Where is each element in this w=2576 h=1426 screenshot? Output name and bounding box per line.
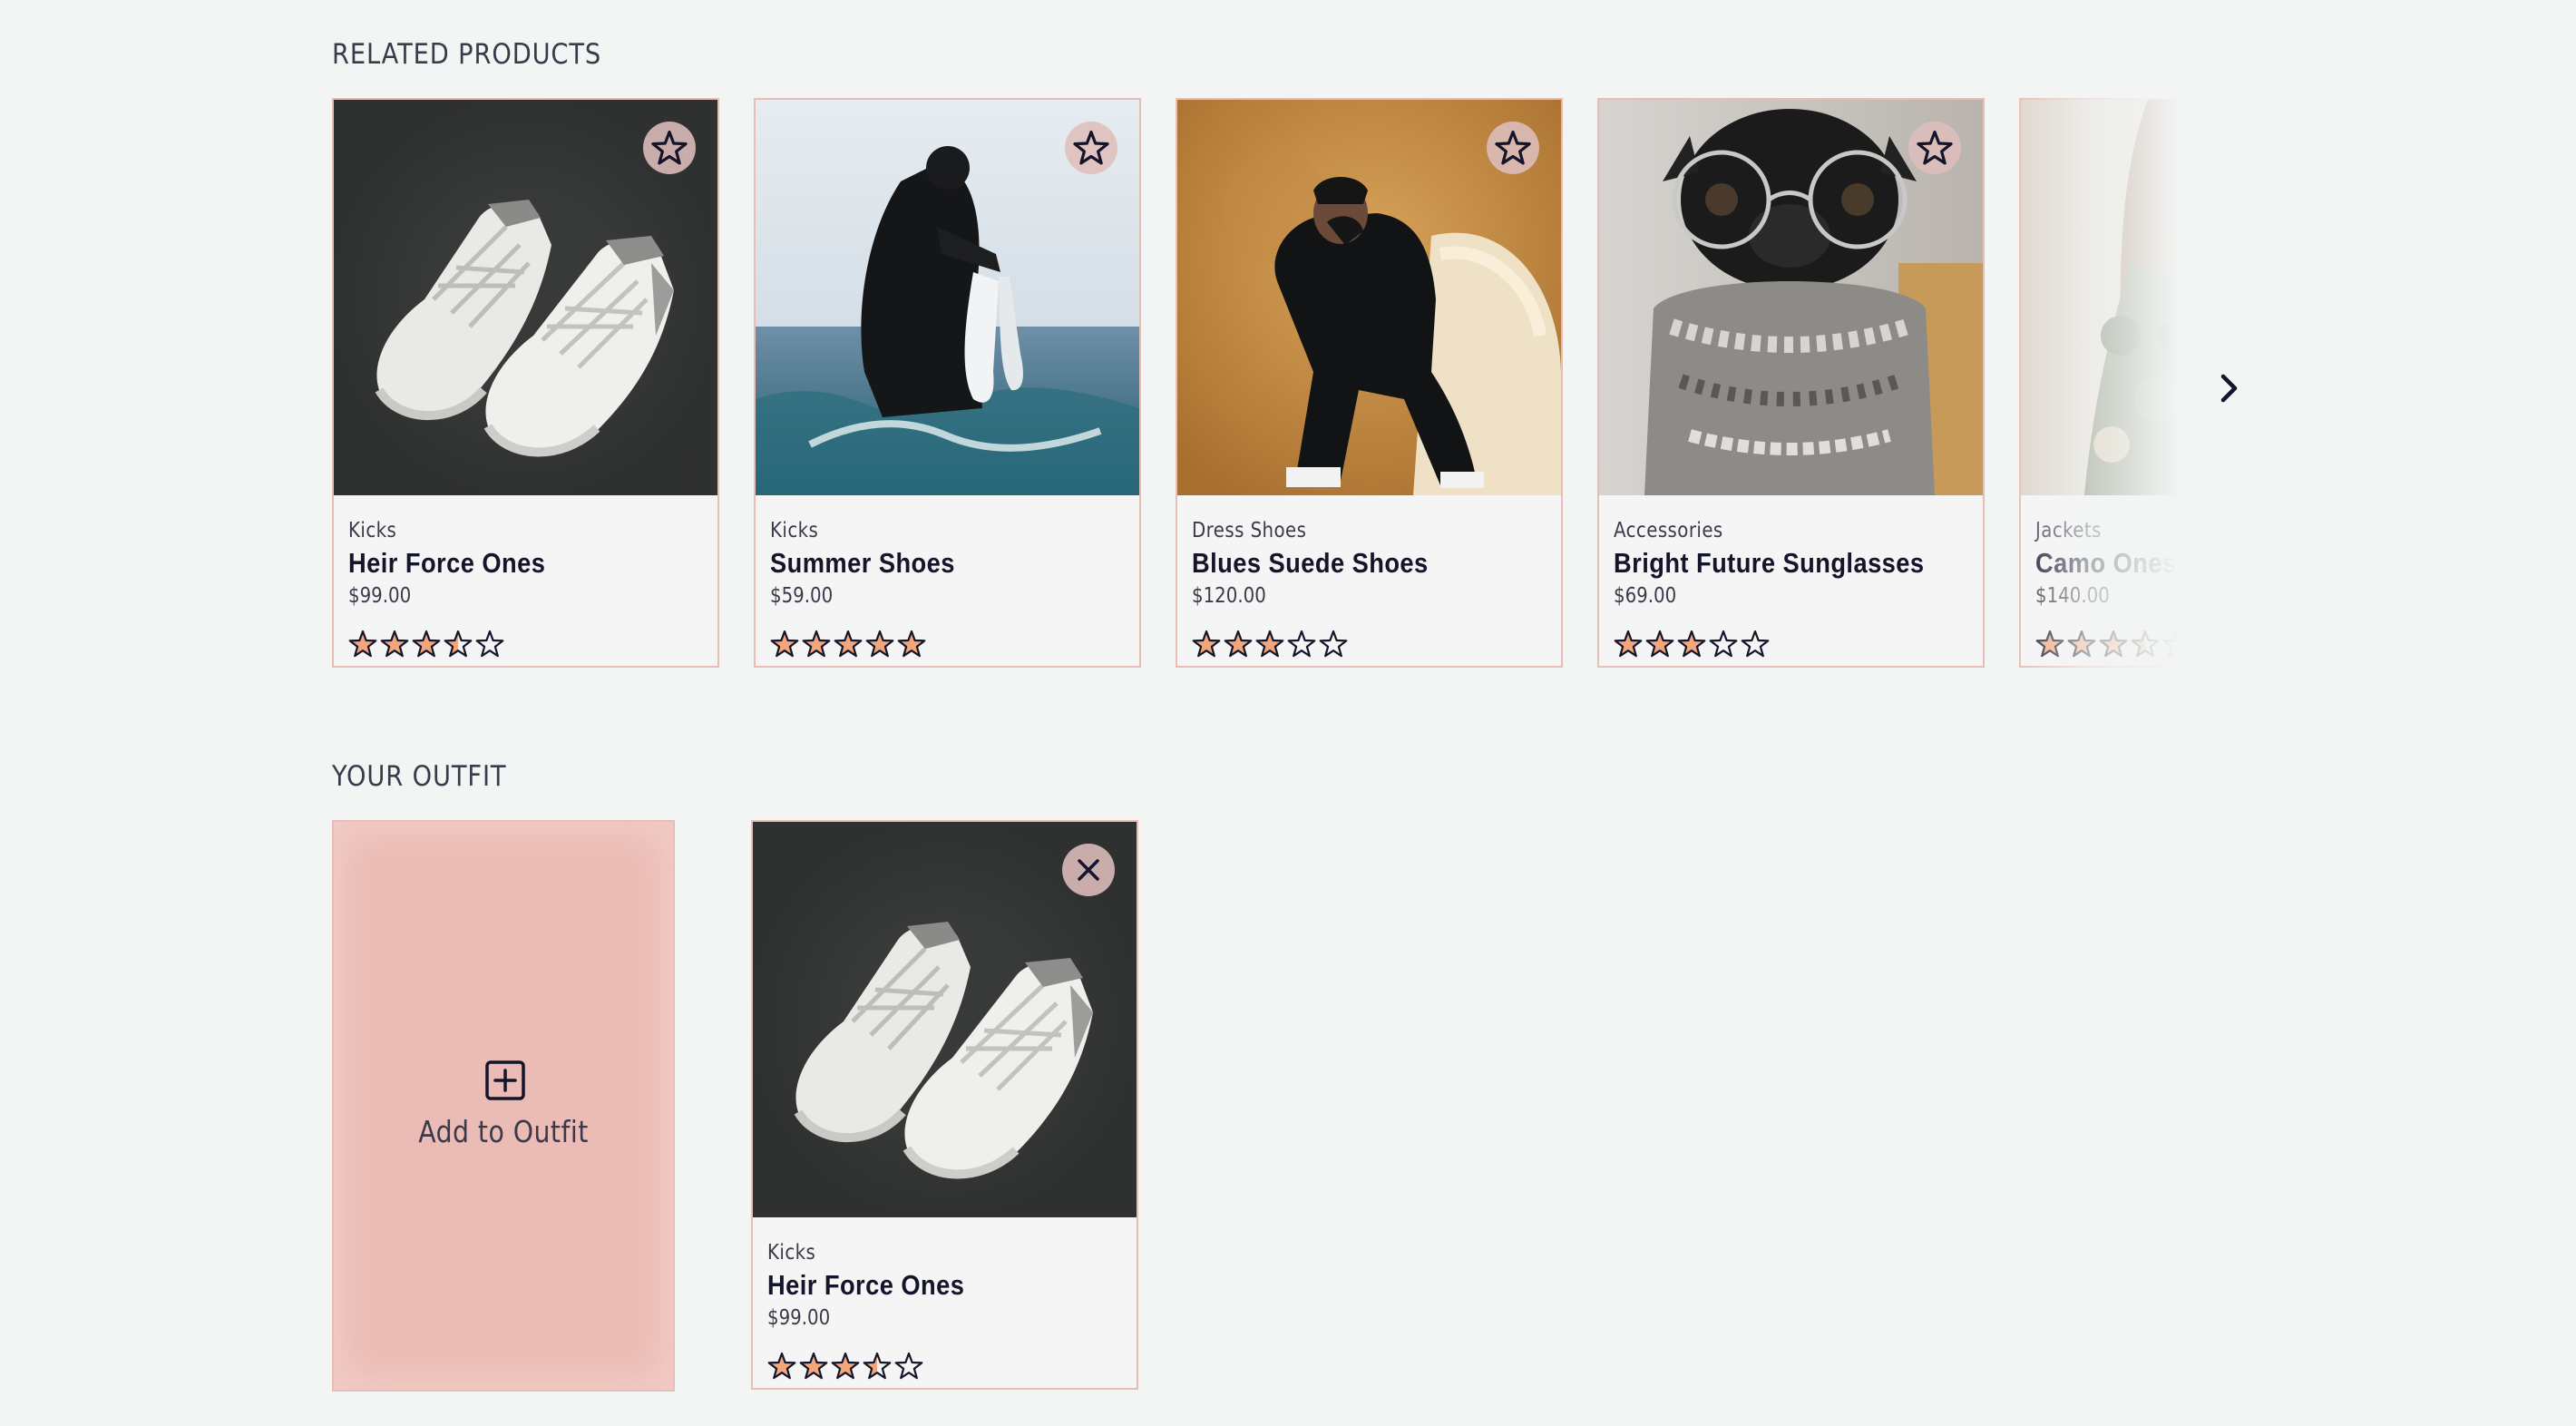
product-price: $99.00	[348, 584, 412, 608]
product-category: Kicks	[767, 1241, 816, 1265]
product-info: Dress Shoes Blues Suede Shoes $120.00	[1192, 515, 1552, 611]
product-info: Kicks Heir Force Ones $99.00	[767, 1237, 1127, 1333]
related-products-title: RELATED PRODUCTS	[332, 38, 602, 71]
close-icon	[1078, 859, 1099, 881]
star-full-icon	[1614, 630, 1643, 658]
product-info: Kicks Summer Shoes $59.00	[770, 515, 1130, 611]
remove-from-outfit-button[interactable]	[1062, 844, 1115, 896]
star-half-icon	[863, 1352, 892, 1380]
star-half-icon	[444, 630, 473, 658]
product-category: Dress Shoes	[1192, 519, 1307, 542]
product-category: Kicks	[770, 519, 819, 542]
star-full-icon	[831, 1352, 860, 1380]
star-rating	[348, 630, 504, 662]
star-full-icon	[834, 630, 863, 658]
add-to-outfit-button[interactable]: Add to Outfit	[332, 820, 675, 1392]
star-full-icon	[412, 630, 441, 658]
add-to-outfit-label: Add to Outfit	[418, 1114, 589, 1149]
star-outline-icon	[651, 130, 688, 165]
star-empty-icon	[1287, 630, 1316, 658]
product-price: $69.00	[1614, 584, 1677, 608]
star-half-icon	[2131, 630, 2160, 658]
star-full-icon	[1645, 630, 1674, 658]
product-category: Accessories	[1614, 519, 1723, 542]
product-category: Jackets	[2035, 519, 2102, 542]
product-image	[2021, 100, 2181, 495]
outfit-card[interactable]: Kicks Heir Force Ones $99.00	[751, 820, 1138, 1390]
star-empty-icon	[1709, 630, 1738, 658]
product-name: Bright Future Sunglasses	[1614, 547, 1925, 579]
star-full-icon	[770, 630, 799, 658]
star-full-icon	[1255, 630, 1284, 658]
product-price: $120.00	[1192, 584, 1266, 608]
product-info: Jackets Camo Onesie $140.00	[2035, 515, 2181, 611]
star-rating	[770, 630, 926, 662]
product-name: Heir Force Ones	[348, 547, 546, 579]
product-name: Heir Force Ones	[767, 1269, 965, 1301]
product-card[interactable]: Dress Shoes Blues Suede Shoes $120.00	[1176, 98, 1563, 668]
star-rating	[767, 1352, 923, 1384]
star-full-icon	[799, 1352, 828, 1380]
product-card[interactable]: Kicks Summer Shoes $59.00	[754, 98, 1141, 668]
compare-star-button[interactable]	[1065, 122, 1117, 174]
related-products-carousel: Kicks Heir Force Ones $99.00 Kicks Summer S…	[332, 98, 2181, 671]
star-empty-icon	[894, 1352, 923, 1380]
compare-star-button[interactable]	[1908, 122, 1961, 174]
compare-star-button[interactable]	[643, 122, 696, 174]
star-empty-icon	[1741, 630, 1770, 658]
star-outline-icon	[1495, 130, 1531, 165]
product-category: Kicks	[348, 519, 397, 542]
star-rating	[1192, 630, 1348, 662]
product-price: $140.00	[2035, 584, 2110, 608]
star-full-icon	[2067, 630, 2096, 658]
plus-square-icon	[485, 1060, 525, 1100]
product-price: $99.00	[767, 1306, 831, 1330]
product-name: Summer Shoes	[770, 547, 955, 579]
star-full-icon	[2035, 630, 2064, 658]
carousel-next-button[interactable]	[2206, 361, 2251, 415]
star-full-icon	[802, 630, 831, 658]
compare-star-button[interactable]	[1487, 122, 1539, 174]
chevron-right-icon	[2220, 374, 2238, 403]
product-card[interactable]: Accessories Bright Future Sunglasses $69.0…	[1597, 98, 1985, 668]
star-rating	[1614, 630, 1770, 662]
product-info: Kicks Heir Force Ones $99.00	[348, 515, 708, 611]
product-price: $59.00	[770, 584, 834, 608]
star-full-icon	[2099, 630, 2128, 658]
star-full-icon	[865, 630, 894, 658]
star-full-icon	[348, 630, 377, 658]
star-full-icon	[897, 630, 926, 658]
star-empty-icon	[1319, 630, 1348, 658]
star-empty-icon	[475, 630, 504, 658]
star-empty-icon	[2162, 630, 2181, 658]
product-name: Blues Suede Shoes	[1192, 547, 1429, 579]
star-full-icon	[767, 1352, 796, 1380]
product-card[interactable]: Kicks Heir Force Ones $99.00	[332, 98, 719, 668]
star-full-icon	[1677, 630, 1706, 658]
star-full-icon	[1224, 630, 1253, 658]
star-outline-icon	[1073, 130, 1109, 165]
star-rating	[2035, 630, 2181, 662]
product-card[interactable]: Jackets Camo Onesie $140.00	[2019, 98, 2181, 668]
product-name: Camo Onesie	[2035, 547, 2181, 579]
star-full-icon	[1192, 630, 1221, 658]
star-full-icon	[380, 630, 409, 658]
star-outline-icon	[1917, 130, 1953, 165]
product-info: Accessories Bright Future Sunglasses $69.0…	[1614, 515, 1974, 611]
your-outfit-title: YOUR OUTFIT	[332, 760, 507, 793]
